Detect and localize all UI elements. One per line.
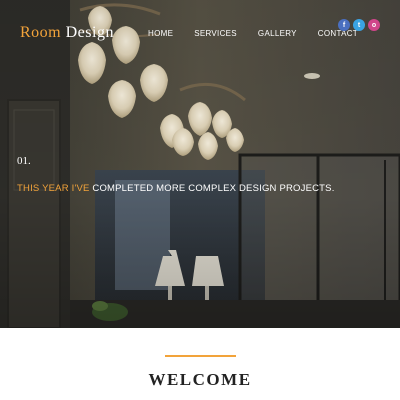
main-nav: HOME SERVICES GALLERY CONTACT (148, 29, 358, 38)
facebook-icon[interactable]: f (338, 19, 350, 31)
instagram-icon[interactable]: o (368, 19, 380, 31)
twitter-icon[interactable]: t (353, 19, 365, 31)
social-links: f t o (338, 19, 383, 31)
logo-second-word: Design (65, 24, 114, 41)
nav-gallery-link[interactable]: GALLERY (258, 29, 297, 38)
logo-first-word: Room (20, 24, 62, 41)
slide-caption-text: COMPLETED MORE COMPLEX DESIGN PROJECTS. (89, 183, 335, 194)
slide-number: 01. (17, 155, 31, 167)
hero-banner (0, 0, 400, 328)
site-logo[interactable]: Room Design (20, 24, 114, 42)
nav-home-link[interactable]: HOME (148, 29, 173, 38)
nav-services-link[interactable]: SERVICES (194, 29, 237, 38)
welcome-divider (165, 355, 236, 357)
slide-caption-highlight: THIS YEAR I'VE (17, 183, 90, 194)
welcome-heading: WELCOME (148, 370, 252, 389)
slide-caption: THIS YEAR I'VE COMPLETED MORE COMPLEX DE… (17, 183, 335, 194)
hero-overlay (0, 0, 400, 328)
